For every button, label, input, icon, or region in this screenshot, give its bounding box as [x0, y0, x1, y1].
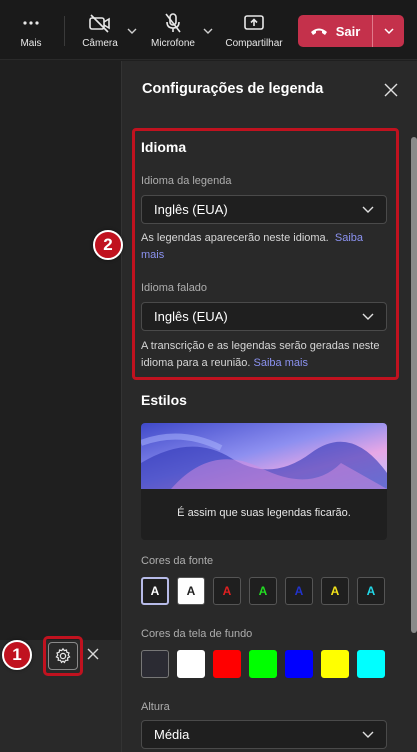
callout-badge-2: 2 — [93, 230, 123, 260]
background-color-swatch[interactable] — [177, 650, 205, 678]
font-color-swatch[interactable]: A — [357, 577, 385, 605]
camera-label: Câmera — [82, 37, 118, 49]
callout-badge-1: 1 — [2, 640, 32, 670]
font-color-swatch[interactable]: A — [177, 577, 205, 605]
background-color-swatch[interactable] — [213, 650, 241, 678]
share-button[interactable]: Compartilhar — [222, 0, 286, 60]
toolbar-divider — [64, 16, 65, 46]
height-label: Altura — [141, 701, 170, 713]
more-dots-icon — [18, 12, 44, 34]
background-color-swatch[interactable] — [321, 650, 349, 678]
font-color-swatch[interactable]: A — [141, 577, 169, 605]
font-color-swatch[interactable]: A — [321, 577, 349, 605]
highlight-box-2 — [132, 128, 399, 380]
background-color-swatch[interactable] — [141, 650, 169, 678]
camera-off-icon — [87, 12, 113, 34]
microphone-options-chevron-icon[interactable] — [202, 24, 214, 36]
chevron-down-icon — [362, 731, 374, 738]
more-label: Mais — [20, 37, 42, 49]
highlight-box-1 — [43, 636, 83, 676]
meeting-toolbar: Mais Câmera Microfone Compartilhar Sair — [0, 0, 417, 60]
styles-section-title: Estilos — [141, 392, 187, 408]
microphone-label: Microfone — [151, 37, 195, 49]
background-color-swatch[interactable] — [285, 650, 313, 678]
preview-background-image — [141, 423, 387, 489]
hang-up-icon — [310, 28, 327, 35]
leave-button-group: Sair — [298, 15, 404, 47]
font-color-swatch[interactable]: A — [285, 577, 313, 605]
camera-button[interactable]: Câmera — [78, 0, 122, 60]
more-button[interactable]: Mais — [12, 0, 50, 60]
leave-button[interactable]: Sair — [298, 15, 372, 47]
panel-scrollbar[interactable] — [411, 137, 417, 633]
close-captions-icon[interactable] — [86, 647, 100, 661]
leave-options-chevron-icon[interactable] — [373, 15, 404, 47]
font-color-swatch[interactable]: A — [249, 577, 277, 605]
font-color-swatch[interactable]: A — [213, 577, 241, 605]
height-select[interactable]: Média — [141, 720, 387, 749]
microphone-off-icon — [160, 12, 186, 34]
font-colors-label: Cores da fonte — [141, 555, 214, 567]
caption-preview: É assim que suas legendas ficarão. — [141, 423, 387, 540]
share-label: Compartilhar — [225, 37, 283, 49]
background-colors-label: Cores da tela de fundo — [141, 628, 253, 640]
share-screen-icon — [241, 12, 267, 34]
close-panel-icon[interactable] — [384, 83, 398, 97]
preview-caption-text: É assim que suas legendas ficarão. — [177, 507, 351, 519]
camera-options-chevron-icon[interactable] — [126, 24, 138, 36]
background-color-swatch[interactable] — [357, 650, 385, 678]
leave-label: Sair — [335, 23, 361, 39]
panel-title: Configurações de legenda — [142, 81, 324, 97]
height-value: Média — [154, 727, 190, 742]
background-color-swatch[interactable] — [249, 650, 277, 678]
microphone-button[interactable]: Microfone — [148, 0, 198, 60]
